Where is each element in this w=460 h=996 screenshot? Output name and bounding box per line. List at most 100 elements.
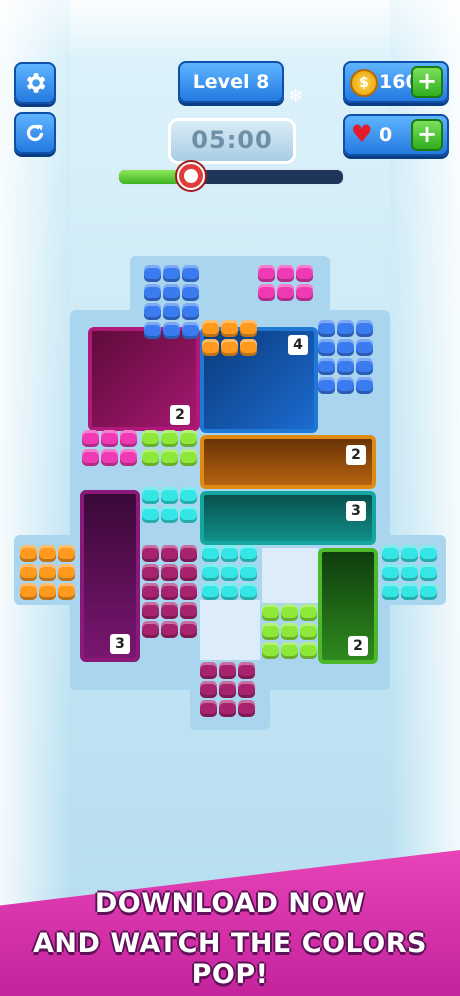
cube <box>202 583 219 600</box>
cube <box>221 320 238 337</box>
cube <box>240 583 257 600</box>
cube <box>39 564 56 581</box>
blue-block[interactable] <box>144 265 201 341</box>
cube <box>300 642 317 659</box>
cube <box>144 322 161 339</box>
banner-line-1: DOWNLOAD NOW <box>94 888 366 919</box>
cube <box>258 284 275 301</box>
cube <box>219 662 236 679</box>
cube <box>221 545 238 562</box>
cube <box>281 642 298 659</box>
cube <box>182 265 199 282</box>
plum-block[interactable] <box>200 662 257 719</box>
cube <box>420 545 437 562</box>
cube <box>238 681 255 698</box>
cube <box>82 430 99 447</box>
cube <box>142 430 159 447</box>
cube <box>202 339 219 356</box>
cube <box>180 487 197 504</box>
cube <box>58 564 75 581</box>
level-label: Level 8 <box>192 71 270 93</box>
cube <box>318 339 335 356</box>
cube <box>58 545 75 562</box>
lives-value: 0 <box>379 124 393 146</box>
pink-block[interactable] <box>258 265 315 303</box>
target-hole[interactable]: 2 <box>318 548 378 664</box>
cube <box>202 564 219 581</box>
cube <box>382 583 399 600</box>
cube <box>221 564 238 581</box>
target-hole[interactable]: 3 <box>200 491 376 545</box>
cube <box>161 545 178 562</box>
cube <box>238 700 255 717</box>
cube <box>258 265 275 282</box>
settings-button[interactable] <box>14 62 56 104</box>
orange-block[interactable] <box>202 320 259 358</box>
cube <box>142 487 159 504</box>
cube <box>401 545 418 562</box>
cyan-block[interactable] <box>142 487 199 525</box>
cyan-block[interactable] <box>202 545 259 602</box>
cube <box>161 430 178 447</box>
target-hole[interactable]: 3 <box>80 490 140 662</box>
add-coins-button[interactable]: + <box>411 66 443 98</box>
cube <box>120 449 137 466</box>
cube <box>180 506 197 523</box>
cube <box>142 564 159 581</box>
time-progress-bar <box>117 168 345 186</box>
cube <box>180 564 197 581</box>
cube <box>161 449 178 466</box>
hole-count-label: 3 <box>346 501 366 521</box>
cube <box>300 604 317 621</box>
cube <box>180 449 197 466</box>
cube <box>420 564 437 581</box>
cube <box>318 358 335 375</box>
cube <box>219 700 236 717</box>
cube <box>337 339 354 356</box>
cube <box>240 339 257 356</box>
blue-block[interactable] <box>318 320 375 396</box>
cube <box>356 320 373 337</box>
snowflake-icon: ❄ <box>288 86 304 107</box>
cube <box>356 339 373 356</box>
cube <box>401 564 418 581</box>
cube <box>382 545 399 562</box>
cube <box>20 545 37 562</box>
cube <box>20 583 37 600</box>
cube <box>180 583 197 600</box>
cube <box>180 545 197 562</box>
cube <box>200 700 217 717</box>
cube <box>337 377 354 394</box>
cube <box>142 506 159 523</box>
cube <box>142 621 159 638</box>
pink-block[interactable] <box>82 430 139 468</box>
cube <box>163 303 180 320</box>
cube <box>161 583 178 600</box>
cube <box>82 449 99 466</box>
lives-counter: ♥ 0 + <box>343 114 449 156</box>
cube <box>281 623 298 640</box>
cube <box>356 358 373 375</box>
cube <box>39 583 56 600</box>
cube <box>277 265 294 282</box>
orange-block[interactable] <box>20 545 77 602</box>
target-hole[interactable]: 2 <box>88 327 200 431</box>
cube <box>318 377 335 394</box>
cube <box>296 265 313 282</box>
timer-value: 05:00 <box>191 126 273 154</box>
cube <box>240 545 257 562</box>
restart-button[interactable] <box>14 112 56 154</box>
cyan-block[interactable] <box>382 545 439 602</box>
coin-icon: $ <box>350 69 378 97</box>
lime-block[interactable] <box>262 604 319 661</box>
cube <box>200 662 217 679</box>
level-indicator: Level 8 <box>178 61 284 103</box>
plum-block[interactable] <box>142 545 199 640</box>
cube <box>142 583 159 600</box>
cube <box>163 284 180 301</box>
lime-block[interactable] <box>142 430 199 468</box>
target-hole[interactable]: 2 <box>200 435 376 489</box>
add-lives-button[interactable]: + <box>411 119 443 151</box>
cube <box>262 623 279 640</box>
hole-count-label: 2 <box>346 445 366 465</box>
